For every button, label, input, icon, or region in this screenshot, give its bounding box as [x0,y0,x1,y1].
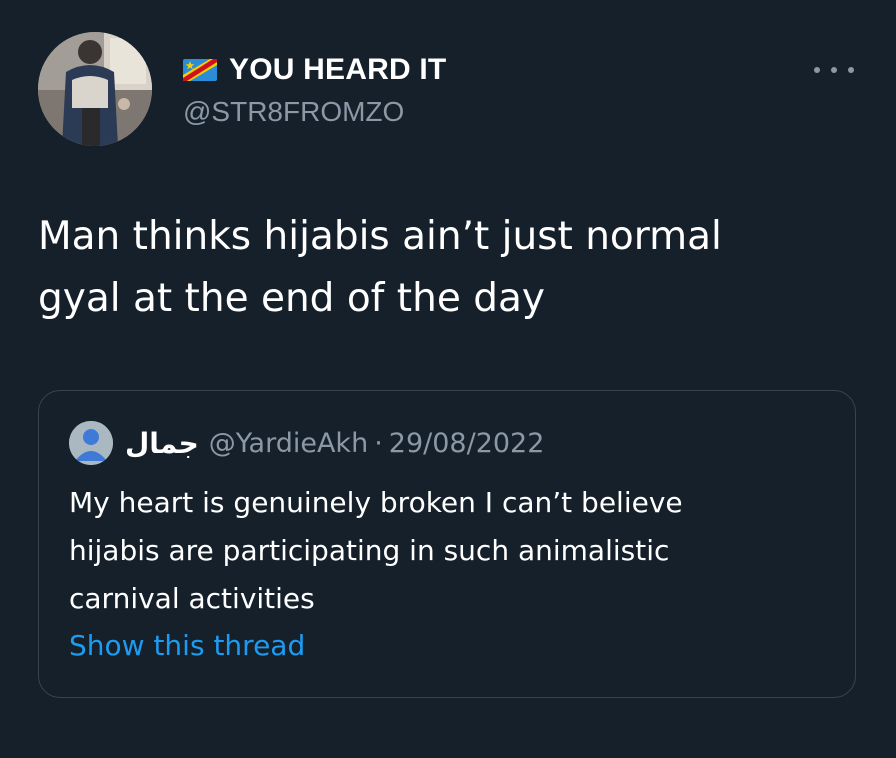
author-avatar[interactable] [38,32,152,146]
quoted-tweet-card[interactable]: جمال @YardieAkh · 29/08/2022 My heart is… [38,390,856,698]
author-handle[interactable]: @STR8FROMZO [183,96,446,128]
author-info: YOU HEARD IT @STR8FROMZO [183,52,446,128]
dr-congo-flag-icon [183,59,217,81]
default-avatar-icon[interactable] [69,421,113,465]
more-options-icon[interactable] [814,60,854,80]
dot [848,67,854,73]
dot [831,67,837,73]
tweet-text: Man thinks hijabis ain’t just normal gya… [38,206,858,330]
tweet-text-line: Man thinks hijabis ain’t just normal [38,214,722,259]
quoted-text-line: hijabis are participating in such animal… [69,534,670,567]
separator-dot: · [374,427,383,459]
quoted-tweet-text: My heart is genuinely broken I can’t bel… [69,479,829,623]
quoted-text-line: My heart is genuinely broken I can’t bel… [69,486,683,519]
tweet-text-line: gyal at the end of the day [38,276,545,321]
quoted-author-handle[interactable]: @YardieAkh [209,428,368,459]
show-thread-link[interactable]: Show this thread [69,629,305,662]
quoted-author-name[interactable]: جمال [125,427,199,460]
author-display-name[interactable]: YOU HEARD IT [229,53,446,87]
quoted-text-line: carnival activities [69,582,315,615]
dot [814,67,820,73]
quoted-tweet-header: جمال @YardieAkh · 29/08/2022 [69,421,544,465]
quoted-tweet-date[interactable]: 29/08/2022 [389,428,545,459]
